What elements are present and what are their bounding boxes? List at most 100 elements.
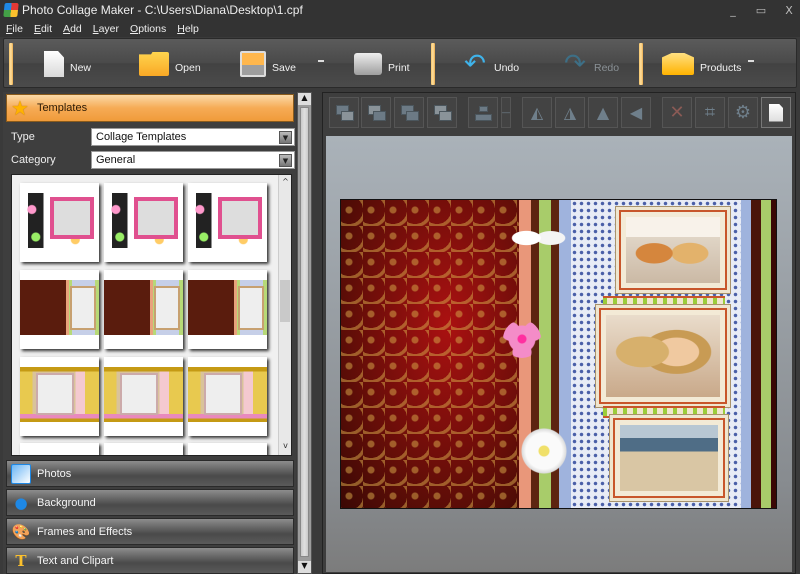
menu-edit-label: dit: [40, 22, 53, 35]
menu-add[interactable]: Add: [63, 23, 82, 35]
products-button[interactable]: Products: [662, 45, 741, 83]
align-icon-base: [475, 114, 492, 121]
text-icon: T: [15, 551, 27, 570]
collage-canvas[interactable]: [340, 199, 777, 509]
ribbon-stripe: [771, 200, 776, 508]
print-label: Print: [388, 62, 410, 74]
folder-icon: [139, 52, 169, 76]
rotate-right-button[interactable]: ◮: [555, 97, 585, 128]
open-button[interactable]: Open: [139, 45, 201, 83]
template-thumbnail[interactable]: [104, 443, 183, 455]
align-button[interactable]: [468, 97, 498, 128]
menu-help-label: elp: [184, 22, 199, 35]
menu-options-label: ptions: [138, 22, 167, 35]
scroll-down-icon[interactable]: ▼: [298, 561, 311, 573]
gear-icon: ⚙: [734, 102, 752, 123]
menu-layer[interactable]: Layer: [93, 23, 119, 35]
send-to-back-button[interactable]: [329, 97, 359, 128]
template-thumbnail[interactable]: [20, 183, 99, 262]
type-select[interactable]: Collage Templates ▼: [91, 128, 295, 146]
crop-button[interactable]: ⌗: [695, 97, 725, 128]
close-button[interactable]: X: [782, 4, 796, 17]
print-button[interactable]: Print: [354, 45, 410, 83]
app-logo-icon: [3, 3, 19, 17]
template-thumbnail[interactable]: [188, 357, 267, 436]
section-frames-effects[interactable]: 🎨 Frames and Effects: [6, 518, 294, 545]
menu-file-label: ile: [12, 22, 23, 35]
flip-vertical-button[interactable]: ◀: [621, 97, 651, 128]
maximize-button[interactable]: ▭: [754, 4, 768, 17]
delete-button[interactable]: ✕: [662, 97, 692, 128]
pink-flower-clipart[interactable]: [503, 320, 541, 358]
chevron-down-icon[interactable]: ▼: [279, 154, 292, 167]
section-background[interactable]: ● Background: [6, 489, 294, 516]
settings-button[interactable]: ⚙: [728, 97, 758, 128]
flip-horizontal-icon: ▲: [596, 103, 610, 122]
menu-file[interactable]: File: [6, 23, 23, 35]
photo-image: [620, 425, 718, 491]
photo-frame-1[interactable]: [619, 210, 727, 290]
menu-bar: File Edit Add Layer Options Help: [0, 20, 800, 37]
palette-icon: 🎨: [11, 522, 31, 541]
align-dropdown-button[interactable]: —: [501, 97, 511, 128]
dropdown-icon: —: [501, 107, 511, 118]
template-preview: [20, 280, 99, 335]
menu-help[interactable]: Help: [177, 23, 199, 35]
scroll-down-icon[interactable]: v: [279, 441, 291, 453]
scrollbar-track[interactable]: [300, 107, 309, 557]
scrollbar-thumb[interactable]: [280, 280, 290, 322]
save-button[interactable]: Save: [240, 45, 296, 83]
template-thumbnail[interactable]: [188, 183, 267, 262]
bring-forward-button[interactable]: [394, 97, 424, 128]
scroll-up-icon[interactable]: ▲: [298, 93, 311, 105]
template-thumbnail[interactable]: [20, 443, 99, 455]
type-value: Collage Templates: [96, 131, 187, 143]
section-text-clipart[interactable]: T Text and Clipart: [6, 547, 294, 574]
photo-frame-2[interactable]: [599, 308, 727, 404]
canvas-area[interactable]: [326, 136, 792, 572]
template-thumbnail[interactable]: [20, 270, 99, 349]
align-icon: [479, 106, 488, 112]
flip-horizontal-button[interactable]: ▲: [588, 97, 618, 128]
save-dropdown-arrow[interactable]: [318, 60, 324, 62]
template-thumbnail[interactable]: [20, 357, 99, 436]
category-select[interactable]: General ▼: [91, 151, 295, 169]
redo-label: Redo: [594, 62, 620, 74]
rotate-left-button[interactable]: ◭: [522, 97, 552, 128]
templates-header[interactable]: ★ Templates: [6, 94, 294, 122]
template-preview: [188, 367, 267, 422]
bring-to-front-button[interactable]: [427, 97, 457, 128]
menu-options[interactable]: Options: [130, 23, 166, 35]
open-label: Open: [175, 62, 201, 74]
redo-button[interactable]: ↷ Redo: [562, 45, 619, 83]
floppy-disk-icon: [240, 51, 266, 77]
template-thumbnail[interactable]: [104, 183, 183, 262]
template-thumbnail[interactable]: [188, 443, 267, 455]
printer-icon: [354, 53, 382, 75]
template-thumbnail[interactable]: [104, 357, 183, 436]
undo-button[interactable]: ↶ Undo: [462, 45, 519, 83]
scroll-up-icon[interactable]: ^: [279, 177, 291, 189]
white-bow-clipart[interactable]: [509, 218, 567, 258]
chevron-down-icon[interactable]: ▼: [279, 131, 292, 144]
products-dropdown-arrow[interactable]: [748, 60, 754, 62]
page-button[interactable]: [761, 97, 791, 128]
category-label: Category: [11, 154, 56, 166]
template-preview: [188, 193, 267, 248]
template-preview: [188, 280, 267, 335]
photo-frame-3[interactable]: [613, 418, 725, 498]
white-flower-clipart[interactable]: [521, 428, 567, 474]
send-backward-button[interactable]: [361, 97, 391, 128]
section-photos[interactable]: Photos: [6, 460, 294, 487]
minimize-button[interactable]: _: [726, 4, 740, 17]
templates-title: Templates: [36, 102, 88, 114]
main-toolbar: New Open Save Print ↶ Undo ↷ Redo Produc…: [3, 38, 797, 88]
left-panel-scrollbar[interactable]: ▲ ▼: [297, 92, 312, 574]
ribbon-stripe: [751, 200, 761, 508]
template-thumbnail[interactable]: [188, 270, 267, 349]
gallery-scrollbar[interactable]: ^ v: [278, 175, 291, 455]
menu-edit[interactable]: Edit: [34, 23, 52, 35]
new-button[interactable]: New: [44, 45, 91, 83]
menu-layer-label: ayer: [98, 22, 120, 35]
template-thumbnail[interactable]: [104, 270, 183, 349]
